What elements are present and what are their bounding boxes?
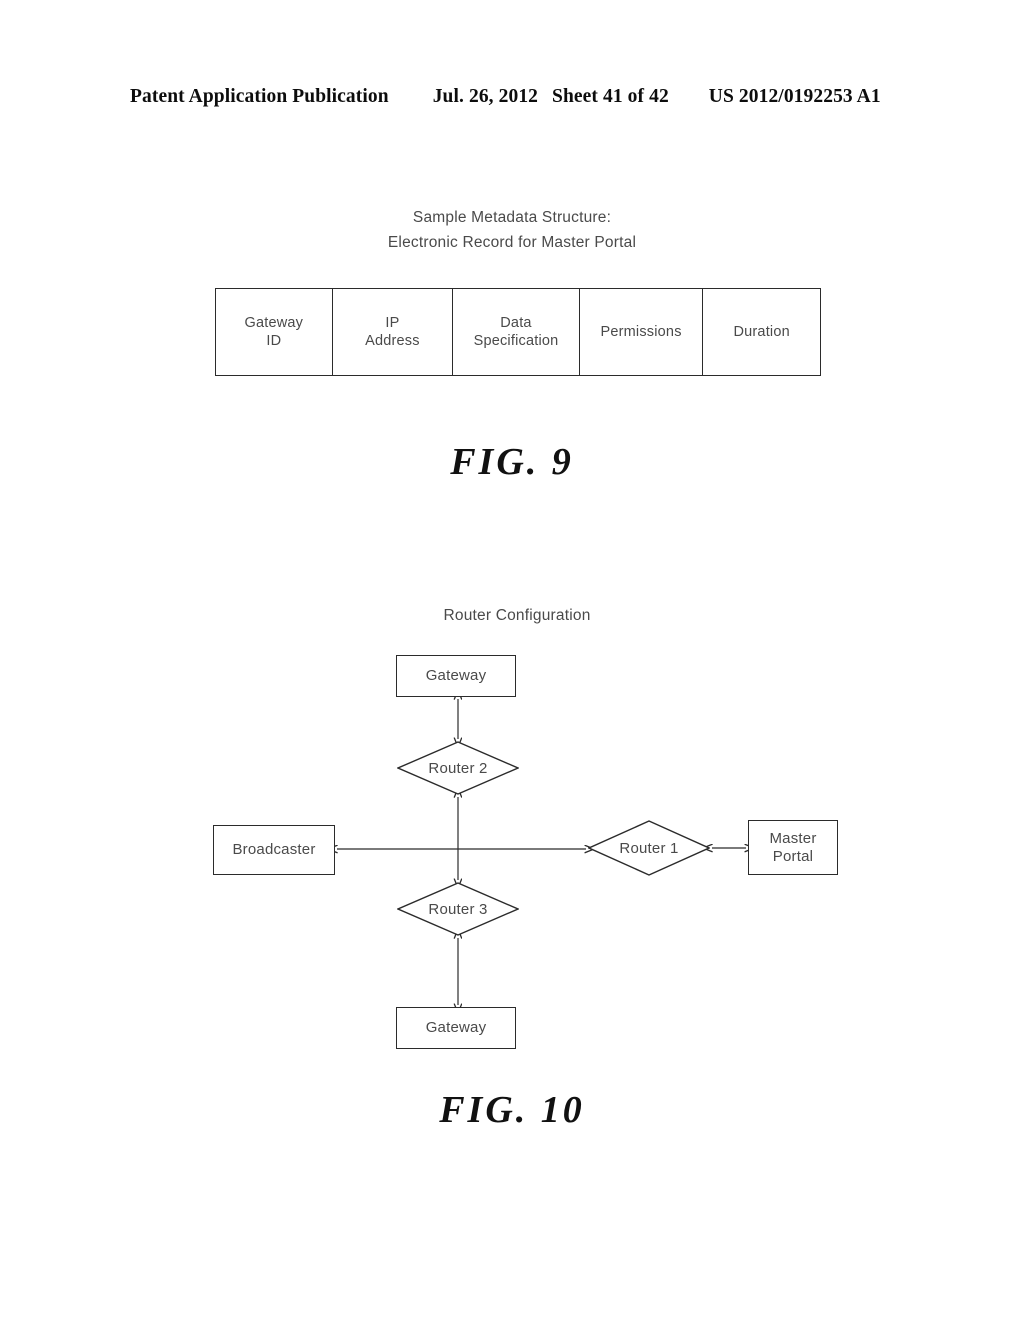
node-router-3-label: Router 3 <box>428 900 488 918</box>
figure-10-label: FIG. 10 <box>439 1089 585 1131</box>
node-gateway-bottom-label: Gateway <box>425 1019 487 1036</box>
node-router-2-label: Router 2 <box>428 759 488 777</box>
node-router-1-label: Router 1 <box>619 839 679 857</box>
node-broadcaster[interactable]: Broadcaster <box>213 825 335 875</box>
node-router-1[interactable]: Router 1 <box>588 820 710 876</box>
node-master-portal[interactable]: Master Portal <box>748 820 838 875</box>
node-router-3[interactable]: Router 3 <box>397 882 519 936</box>
node-gateway-bottom[interactable]: Gateway <box>396 1007 516 1049</box>
node-gateway-top-label: Gateway <box>425 667 487 684</box>
node-broadcaster-label: Broadcaster <box>232 841 316 858</box>
figure-10: Router Configuration Gateway Router 2 Br… <box>0 0 1024 1320</box>
node-gateway-top[interactable]: Gateway <box>396 655 516 697</box>
node-router-2[interactable]: Router 2 <box>397 741 519 795</box>
node-master-portal-line-1: Master <box>769 829 817 847</box>
node-master-portal-line-2: Portal <box>772 847 814 865</box>
